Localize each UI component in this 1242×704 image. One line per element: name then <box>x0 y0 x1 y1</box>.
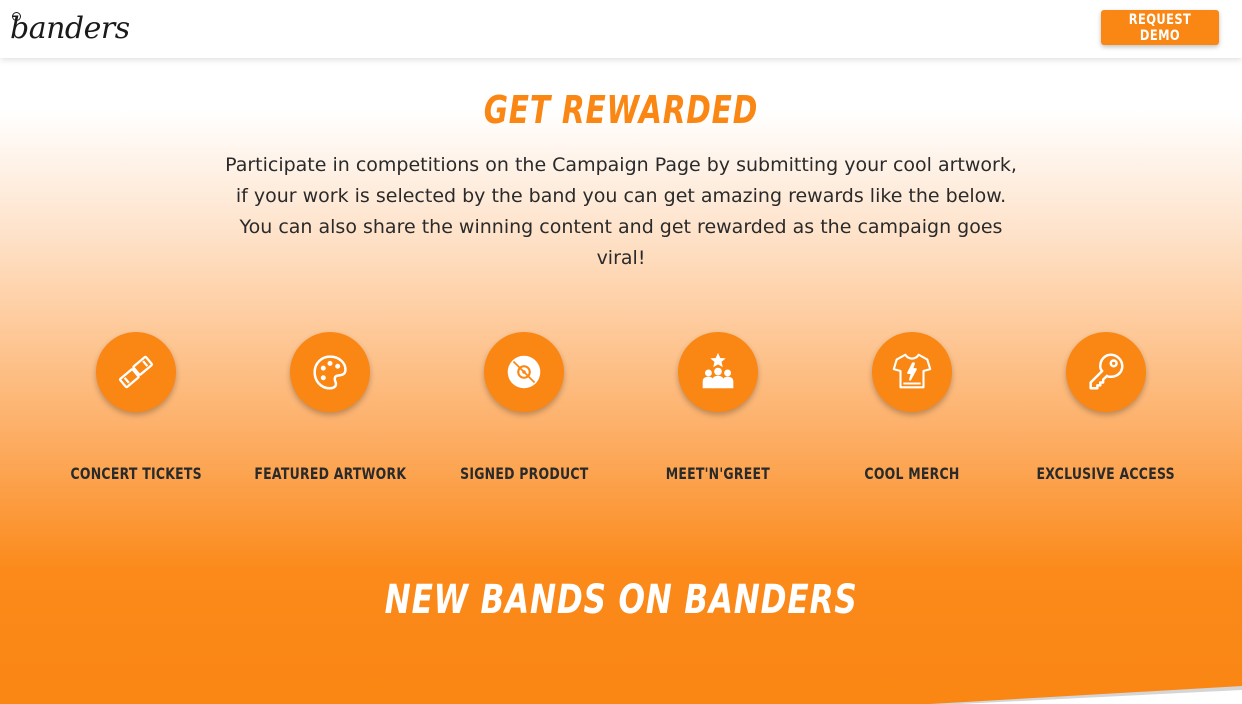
rewards-intro-text: Participate in competitions on the Campa… <box>225 154 1017 269</box>
reward-item-featured-artwork: FEATURED ARTWORK <box>233 330 427 490</box>
reward-item-meet-n-greet: MEET'N'GREET <box>621 330 815 490</box>
banders-logo[interactable]: banders <box>10 8 130 48</box>
rewards-list: CONCERT TICKETS FEATURED ARTWORK SIGNED … <box>0 330 1242 500</box>
reward-item-cool-merch: COOL MERCH <box>815 330 1009 490</box>
reward-icon-circle <box>96 332 176 412</box>
reward-label: CONCERT TICKETS <box>70 464 202 483</box>
tshirt-icon <box>892 353 932 389</box>
reward-icon-circle <box>872 332 952 412</box>
site-header: banders REQUEST DEMO <box>0 0 1242 58</box>
new-bands-title: NEW BANDS ON BANDERS <box>384 577 858 623</box>
group-star-icon <box>702 352 734 389</box>
reward-item-exclusive-access: EXCLUSIVE ACCESS <box>1009 330 1203 490</box>
disc-icon <box>507 355 541 389</box>
get-rewarded-title: GET REWARDED <box>483 88 759 132</box>
reward-icon-circle <box>1066 332 1146 412</box>
request-demo-button[interactable]: REQUEST DEMO <box>1101 10 1219 45</box>
logo-text: banders <box>10 10 130 46</box>
key-icon <box>1089 353 1124 390</box>
bottom-wedge-decoration <box>930 686 1242 704</box>
reward-label: FEATURED ARTWORK <box>254 464 406 483</box>
palette-icon <box>313 355 347 390</box>
reward-label: EXCLUSIVE ACCESS <box>1036 464 1176 483</box>
reward-item-concert-tickets: CONCERT TICKETS <box>39 330 233 490</box>
logo-dot-icon <box>12 12 21 21</box>
ticket-icon <box>118 355 154 389</box>
reward-icon-circle <box>484 332 564 412</box>
reward-label: COOL MERCH <box>864 464 960 483</box>
reward-label: MEET'N'GREET <box>665 464 771 483</box>
reward-item-signed-product: SIGNED PRODUCT <box>427 330 621 490</box>
reward-icon-circle <box>678 332 758 412</box>
reward-label: SIGNED PRODUCT <box>459 464 589 483</box>
reward-icon-circle <box>290 332 370 412</box>
